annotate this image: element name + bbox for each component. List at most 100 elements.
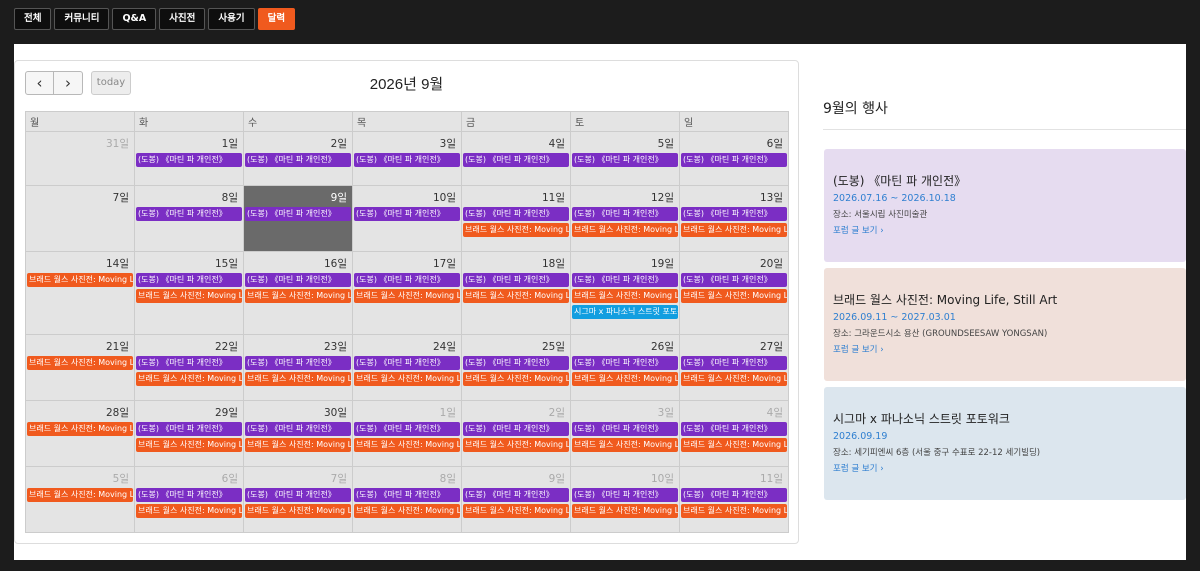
calendar-day-cell[interactable]: 17일(도봉) 《마틴 파 개인전》 브래드 월스 사진전: Moving Lif… <box>352 251 462 335</box>
calendar-event[interactable]: (도봉) 《마틴 파 개인전》 <box>681 207 787 221</box>
calendar-event[interactable]: (도봉) 《마틴 파 개인전》 <box>354 153 460 167</box>
calendar-day-cell[interactable]: 30일(도봉) 《마틴 파 개인전》 브래드 월스 사진전: Moving Lif… <box>243 400 353 467</box>
day-number[interactable]: 8일 <box>135 186 243 207</box>
calendar-day-cell[interactable]: 7일 <box>25 185 135 252</box>
day-number[interactable]: 30일 <box>244 401 352 422</box>
calendar-event[interactable]: (도봉) 《마틴 파 개인전》 <box>463 488 569 502</box>
calendar-event[interactable]: (도봉) 《마틴 파 개인전》 <box>245 207 351 221</box>
day-number[interactable]: 31일 <box>26 132 134 153</box>
calendar-day-cell[interactable]: 2일 (도봉) 《마틴 파 개인전》 <box>243 131 353 186</box>
day-number[interactable]: 17일 <box>353 252 461 273</box>
day-number[interactable]: 1일 <box>135 132 243 153</box>
calendar-event[interactable]: (도봉) 《마틴 파 개인전》 <box>681 153 787 167</box>
calendar-event[interactable]: (도봉) 《마틴 파 개인전》 <box>572 488 678 502</box>
calendar-event[interactable]: 브래드 월스 사진전: Moving Life, Still Art <box>245 372 351 386</box>
calendar-event[interactable]: 브래드 월스 사진전: Moving Life, Still Art <box>681 438 787 452</box>
calendar-event[interactable]: (도봉) 《마틴 파 개인전》 <box>572 356 678 370</box>
calendar-day-cell[interactable]: 12일(도봉) 《마틴 파 개인전》 브래드 월스 사진전: Moving Lif… <box>570 185 680 252</box>
day-number[interactable]: 29일 <box>135 401 243 422</box>
calendar-event[interactable]: 브래드 월스 사진전: Moving Life, Still Art <box>681 372 787 386</box>
day-number[interactable]: 6일 <box>135 467 243 488</box>
calendar-event[interactable]: (도봉) 《마틴 파 개인전》 <box>245 273 351 287</box>
calendar-event[interactable]: 브래드 월스 사진전: Moving Life, Still Art <box>572 504 678 518</box>
calendar-event[interactable]: (도봉) 《마틴 파 개인전》 <box>463 273 569 287</box>
day-number[interactable]: 9일 <box>462 467 570 488</box>
calendar-day-cell[interactable]: 3일 (도봉) 《마틴 파 개인전》 <box>352 131 462 186</box>
calendar-event[interactable]: 브래드 월스 사진전: Moving Life, Still Art <box>136 438 242 452</box>
calendar-event[interactable]: (도봉) 《마틴 파 개인전》 <box>572 273 678 287</box>
day-number[interactable]: 2일 <box>462 401 570 422</box>
day-number[interactable]: 18일 <box>462 252 570 273</box>
calendar-event[interactable]: 브래드 월스 사진전: Moving Life, Still Art <box>27 273 133 287</box>
day-number[interactable]: 25일 <box>462 335 570 356</box>
calendar-event[interactable]: (도봉) 《마틴 파 개인전》 <box>463 153 569 167</box>
day-number[interactable]: 24일 <box>353 335 461 356</box>
day-number[interactable]: 21일 <box>26 335 134 356</box>
day-number[interactable]: 9일 <box>244 186 352 207</box>
day-number[interactable]: 23일 <box>244 335 352 356</box>
calendar-event[interactable]: (도봉) 《마틴 파 개인전》 <box>572 153 678 167</box>
calendar-event[interactable]: 브래드 월스 사진전: Moving Life, Still Art <box>681 223 787 237</box>
day-number[interactable]: 16일 <box>244 252 352 273</box>
calendar-day-cell[interactable]: 5일 (도봉) 《마틴 파 개인전》 <box>570 131 680 186</box>
calendar-day-cell[interactable]: 27일(도봉) 《마틴 파 개인전》 브래드 월스 사진전: Moving Lif… <box>679 334 789 401</box>
calendar-event[interactable]: 브래드 월스 사진전: Moving Life, Still Art <box>27 488 133 502</box>
calendar-event[interactable]: 브래드 월스 사진전: Moving Life, Still Art <box>136 289 242 303</box>
tab-all[interactable]: 전체 <box>14 8 52 30</box>
calendar-day-cell[interactable]: 20일(도봉) 《마틴 파 개인전》 브래드 월스 사진전: Moving Lif… <box>679 251 789 335</box>
day-number[interactable]: 3일 <box>353 132 461 153</box>
calendar-event[interactable]: (도봉) 《마틴 파 개인전》 <box>245 422 351 436</box>
day-number[interactable]: 13일 <box>680 186 788 207</box>
calendar-day-cell[interactable]: 15일(도봉) 《마틴 파 개인전》 브래드 월스 사진전: Moving Lif… <box>134 251 244 335</box>
calendar-event[interactable]: 브래드 월스 사진전: Moving Life, Still Art <box>354 504 460 518</box>
day-number[interactable]: 28일 <box>26 401 134 422</box>
day-number[interactable]: 11일 <box>680 467 788 488</box>
day-number[interactable]: 14일 <box>26 252 134 273</box>
day-number[interactable]: 10일 <box>353 186 461 207</box>
calendar-event[interactable]: (도봉) 《마틴 파 개인전》 <box>354 422 460 436</box>
calendar-day-cell[interactable]: 8일 (도봉) 《마틴 파 개인전》 <box>134 185 244 252</box>
calendar-day-cell[interactable]: 4일(도봉) 《마틴 파 개인전》 브래드 월스 사진전: Moving Life… <box>679 400 789 467</box>
day-number[interactable]: 1일 <box>353 401 461 422</box>
calendar-day-cell[interactable]: 7일(도봉) 《마틴 파 개인전》 브래드 월스 사진전: Moving Life… <box>243 466 353 533</box>
calendar-event[interactable]: (도봉) 《마틴 파 개인전》 <box>136 356 242 370</box>
day-number[interactable]: 5일 <box>26 467 134 488</box>
calendar-day-cell[interactable]: 1일 (도봉) 《마틴 파 개인전》 <box>134 131 244 186</box>
calendar-day-cell[interactable]: 18일(도봉) 《마틴 파 개인전》 브래드 월스 사진전: Moving Lif… <box>461 251 571 335</box>
day-number[interactable]: 22일 <box>135 335 243 356</box>
day-number[interactable]: 19일 <box>571 252 679 273</box>
tab-community[interactable]: 커뮤니티 <box>54 8 110 30</box>
tab-qna[interactable]: Q&A <box>112 8 157 30</box>
calendar-event[interactable]: (도봉) 《마틴 파 개인전》 <box>463 356 569 370</box>
day-number[interactable]: 4일 <box>462 132 570 153</box>
calendar-event[interactable]: (도봉) 《마틴 파 개인전》 <box>136 488 242 502</box>
calendar-day-cell[interactable]: 3일(도봉) 《마틴 파 개인전》 브래드 월스 사진전: Moving Life… <box>570 400 680 467</box>
calendar-event[interactable]: 브래드 월스 사진전: Moving Life, Still Art <box>463 504 569 518</box>
calendar-day-cell[interactable]: 23일(도봉) 《마틴 파 개인전》 브래드 월스 사진전: Moving Lif… <box>243 334 353 401</box>
calendar-day-cell[interactable]: 6일 (도봉) 《마틴 파 개인전》 <box>679 131 789 186</box>
day-number[interactable]: 5일 <box>571 132 679 153</box>
day-number[interactable]: 4일 <box>680 401 788 422</box>
calendar-event[interactable]: (도봉) 《마틴 파 개인전》 <box>136 207 242 221</box>
calendar-day-cell[interactable]: 29일(도봉) 《마틴 파 개인전》 브래드 월스 사진전: Moving Lif… <box>134 400 244 467</box>
calendar-event[interactable]: 시그마 x 파나소닉 스트릿 포토워크 <box>572 305 678 319</box>
calendar-day-cell[interactable]: 10일 (도봉) 《마틴 파 개인전》 <box>352 185 462 252</box>
calendar-event[interactable]: 브래드 월스 사진전: Moving Life, Still Art <box>572 372 678 386</box>
calendar-event[interactable]: 브래드 월스 사진전: Moving Life, Still Art <box>354 438 460 452</box>
calendar-day-cell[interactable]: 8일(도봉) 《마틴 파 개인전》 브래드 월스 사진전: Moving Life… <box>352 466 462 533</box>
day-number[interactable]: 12일 <box>571 186 679 207</box>
calendar-event[interactable]: 브래드 월스 사진전: Moving Life, Still Art <box>245 289 351 303</box>
calendar-event[interactable]: 브래드 월스 사진전: Moving Life, Still Art <box>354 289 460 303</box>
calendar-day-cell[interactable]: 11일(도봉) 《마틴 파 개인전》 브래드 월스 사진전: Moving Lif… <box>679 466 789 533</box>
calendar-event[interactable]: (도봉) 《마틴 파 개인전》 <box>136 153 242 167</box>
calendar-day-cell[interactable]: 14일브래드 월스 사진전: Moving Life, Still Art <box>25 251 135 335</box>
calendar-event[interactable]: (도봉) 《마틴 파 개인전》 <box>463 207 569 221</box>
calendar-event[interactable]: (도봉) 《마틴 파 개인전》 <box>681 273 787 287</box>
calendar-event[interactable]: 브래드 월스 사진전: Moving Life, Still Art <box>463 372 569 386</box>
tab-calendar[interactable]: 달력 <box>257 8 296 30</box>
day-number[interactable]: 15일 <box>135 252 243 273</box>
calendar-day-cell[interactable]: 10일(도봉) 《마틴 파 개인전》 브래드 월스 사진전: Moving Lif… <box>570 466 680 533</box>
calendar-day-cell[interactable]: 21일브래드 월스 사진전: Moving Life, Still Art <box>25 334 135 401</box>
calendar-event[interactable]: (도봉) 《마틴 파 개인전》 <box>572 207 678 221</box>
calendar-event[interactable]: (도봉) 《마틴 파 개인전》 <box>463 422 569 436</box>
